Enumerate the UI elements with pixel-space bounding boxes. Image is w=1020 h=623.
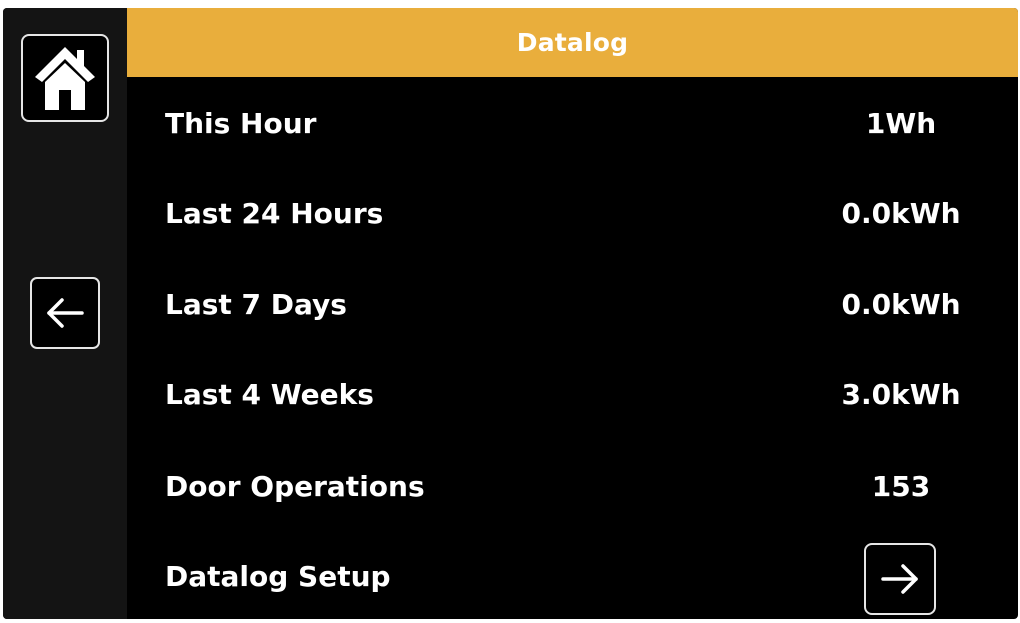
page-title: Datalog (516, 28, 629, 57)
row-value-door-operations: 153 (871, 470, 931, 503)
datalog-setup-button[interactable] (864, 543, 936, 615)
row-label-this-hour: This Hour (165, 107, 317, 140)
row-value-this-hour: 1Wh (865, 107, 937, 140)
device-screen: Datalog This Hour 1Wh Last 24 Hours 0.0k… (3, 8, 1018, 619)
row-value-last-7-days: 0.0kWh (841, 288, 961, 321)
row-label-last-24-hours: Last 24 Hours (165, 197, 384, 230)
row-label-datalog-setup: Datalog Setup (165, 560, 391, 593)
sidebar (3, 8, 127, 619)
home-button[interactable] (21, 34, 109, 122)
row-label-door-operations: Door Operations (165, 470, 425, 503)
arrow-right-icon (881, 564, 918, 594)
row-label-last-7-days: Last 7 Days (165, 288, 347, 321)
back-button[interactable] (30, 277, 100, 349)
arrow-left-icon (47, 298, 84, 328)
home-icon (35, 47, 95, 110)
row-value-last-24-hours: 0.0kWh (841, 197, 961, 230)
title-bar: Datalog (127, 8, 1018, 77)
row-label-last-4-weeks: Last 4 Weeks (165, 378, 374, 411)
row-value-last-4-weeks: 3.0kWh (841, 378, 961, 411)
